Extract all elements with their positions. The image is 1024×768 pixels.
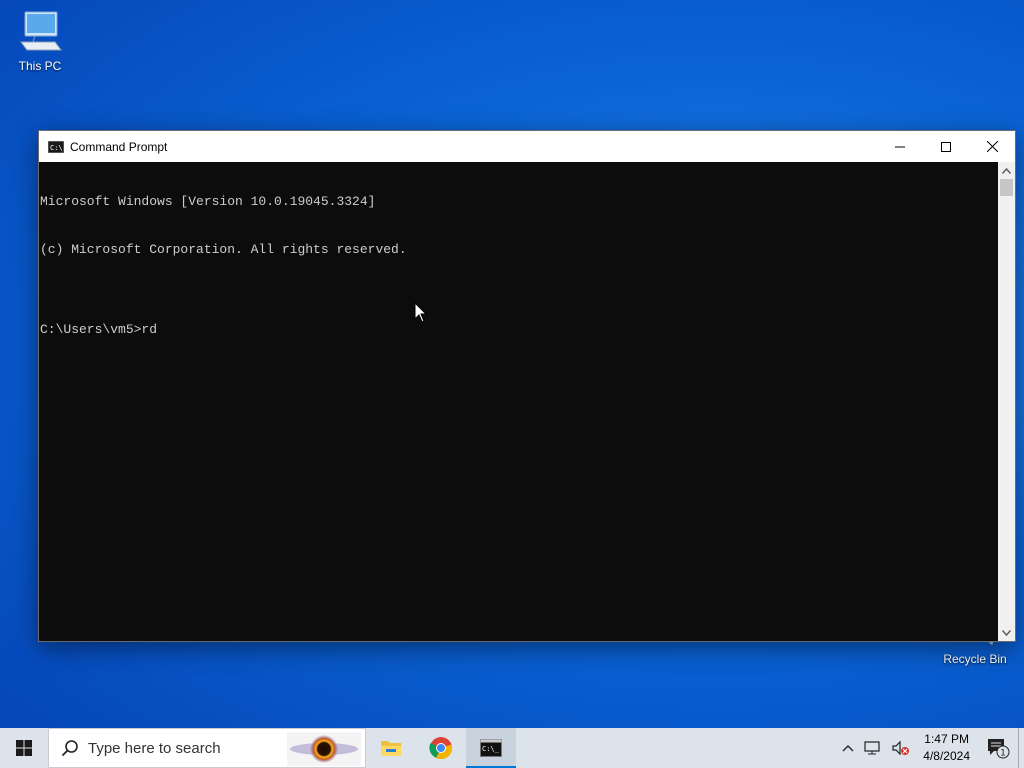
- taskbar-clock[interactable]: 1:47 PM 4/8/2024: [915, 731, 978, 765]
- command-prompt-icon: C:\_: [480, 739, 502, 757]
- close-icon: [986, 141, 998, 152]
- system-tray: 1:47 PM 4/8/2024 1: [837, 728, 1024, 768]
- scroll-up-button[interactable]: [998, 162, 1015, 179]
- console-prompt-line: C:\Users\vm5>rd: [40, 322, 158, 337]
- window-title: Command Prompt: [70, 139, 168, 154]
- show-desktop-button[interactable]: [1018, 728, 1024, 768]
- windows-logo-icon: [16, 740, 32, 756]
- console-line: Microsoft Windows [Version 10.0.19045.33…: [40, 194, 376, 209]
- chevron-up-icon: [1002, 167, 1011, 174]
- console-line: (c) Microsoft Corporation. All rights re…: [40, 242, 407, 257]
- title-bar[interactable]: C:\ Command Prompt: [39, 131, 1015, 162]
- computer-icon: [20, 11, 62, 51]
- action-center-button[interactable]: 1: [978, 728, 1018, 768]
- speaker-muted-icon: [892, 740, 910, 756]
- chrome-icon: [429, 737, 453, 760]
- network-icon: [864, 741, 880, 755]
- taskbar-search-box[interactable]: Type here to search: [48, 728, 366, 768]
- svg-text:C:\_: C:\_: [482, 745, 500, 753]
- clock-date: 4/8/2024: [923, 749, 970, 763]
- taskbar-app-chrome[interactable]: [416, 728, 466, 768]
- chevron-up-icon: [842, 745, 854, 752]
- taskbar: Type here to search C:\_ 1:47 PM 4/8/202…: [0, 728, 1024, 768]
- console-output[interactable]: Microsoft Windows [Version 10.0.19045.33…: [39, 162, 999, 641]
- vertical-scrollbar[interactable]: [998, 162, 1015, 641]
- notification-count: 1: [1000, 749, 1006, 759]
- search-icon: [61, 740, 78, 757]
- scroll-down-button[interactable]: [998, 624, 1015, 641]
- volume-status[interactable]: [887, 728, 915, 768]
- notification-icon: 1: [988, 739, 1010, 759]
- taskbar-app-file-explorer[interactable]: [366, 728, 416, 768]
- start-button[interactable]: [0, 728, 48, 768]
- maximize-button[interactable]: [923, 131, 969, 162]
- clock-time: 1:47 PM: [924, 732, 969, 746]
- close-button[interactable]: [969, 131, 1015, 162]
- folder-icon: [381, 741, 401, 756]
- maximize-icon: [941, 141, 951, 152]
- taskbar-app-command-prompt[interactable]: C:\_: [466, 728, 516, 768]
- scroll-thumb[interactable]: [1000, 179, 1013, 196]
- minimize-icon: [895, 146, 905, 147]
- network-status[interactable]: [859, 728, 887, 768]
- desktop-icon-label: This PC: [18, 59, 62, 73]
- mouse-pointer-icon: [414, 302, 428, 323]
- desktop-icon-this-pc[interactable]: This PC: [0, 10, 80, 73]
- show-hidden-icons-button[interactable]: [837, 728, 859, 768]
- minimize-button[interactable]: [877, 131, 923, 162]
- command-prompt-icon: C:\: [48, 140, 64, 153]
- command-prompt-window[interactable]: C:\ Command Prompt Microsoft Windows [Ve…: [38, 130, 1016, 642]
- search-highlight-image: [287, 732, 361, 766]
- search-placeholder: Type here to search: [88, 739, 221, 757]
- svg-text:C:\: C:\: [50, 144, 63, 152]
- desktop-icon-label: Recycle Bin: [943, 652, 1007, 666]
- chevron-down-icon: [1002, 629, 1011, 636]
